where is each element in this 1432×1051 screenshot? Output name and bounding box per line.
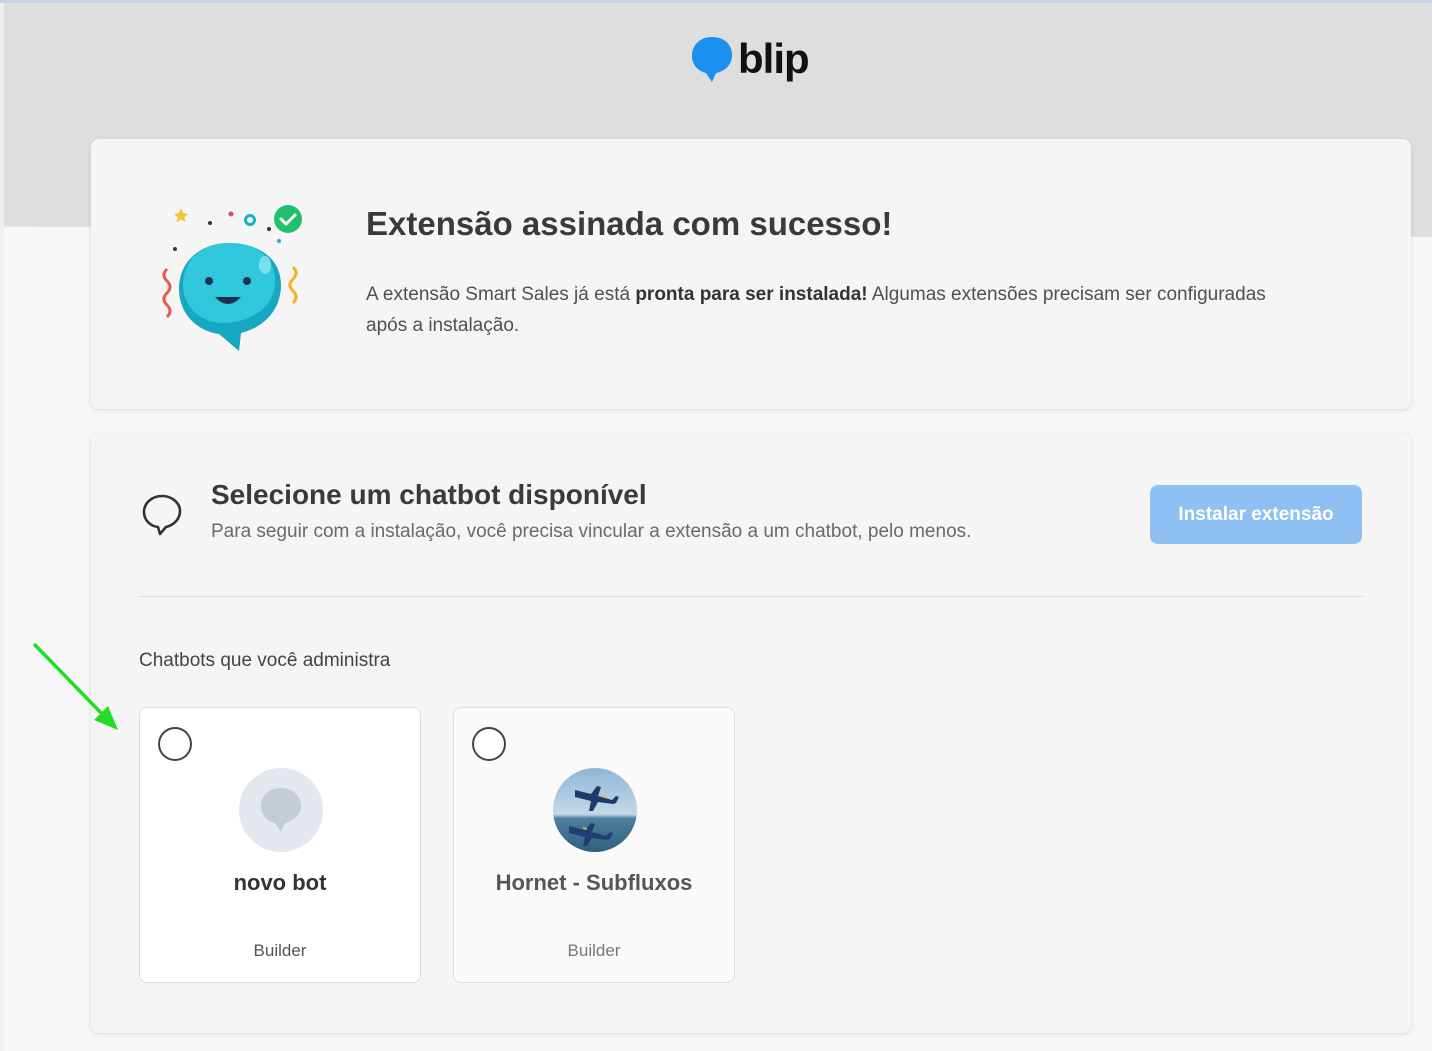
select-title: Selecione um chatbot disponível: [211, 479, 647, 510]
bot-radio-button[interactable]: [472, 727, 506, 761]
page: blip Extensão assinada com sucesso! A ex…: [4, 3, 1432, 1051]
bot-avatar: [553, 768, 637, 852]
window-top-border: [0, 0, 1432, 3]
green-arrow-annotation-icon: [33, 643, 118, 730]
bot-radio-button[interactable]: [158, 727, 192, 761]
select-subtitle: Para seguir com a instalação, você preci…: [211, 521, 972, 542]
happy-bot-mascot-icon: [162, 205, 302, 351]
chat-bubble-icon: [142, 494, 182, 536]
blip-bubble-icon: [692, 37, 732, 82]
install-extension-button[interactable]: Instalar extensão: [1150, 485, 1362, 544]
select-chatbot-card: Selecione um chatbot disponível Para seg…: [91, 433, 1411, 1033]
chatbots-section-label: Chatbots que você administra: [139, 650, 391, 671]
bot-type: Builder: [253, 941, 307, 960]
bot-name: novo bot: [233, 870, 327, 895]
jets-photo-avatar-icon: [553, 768, 637, 852]
bot-card-hornet-subfluxos[interactable]: Hornet - Subfluxos Builder: [453, 707, 735, 983]
success-card: Extensão assinada com sucesso! A extensã…: [91, 139, 1411, 409]
logo-text: blip: [738, 35, 810, 82]
divider: [139, 596, 1363, 597]
bot-avatar: [239, 768, 323, 852]
success-title: Extensão assinada com sucesso!: [366, 205, 893, 242]
bot-card-novo-bot[interactable]: novo bot Builder: [139, 707, 421, 983]
success-text-bold: pronta para ser instalada!: [635, 284, 868, 305]
success-description: A extensão Smart Sales já está pronta pa…: [366, 279, 1266, 341]
bot-type: Builder: [567, 941, 621, 960]
blip-logo: blip: [690, 33, 810, 85]
bot-name: Hornet - Subfluxos: [495, 870, 693, 895]
default-bot-avatar-icon: [261, 788, 301, 832]
success-text-start: A extensão Smart Sales já está: [366, 284, 636, 305]
